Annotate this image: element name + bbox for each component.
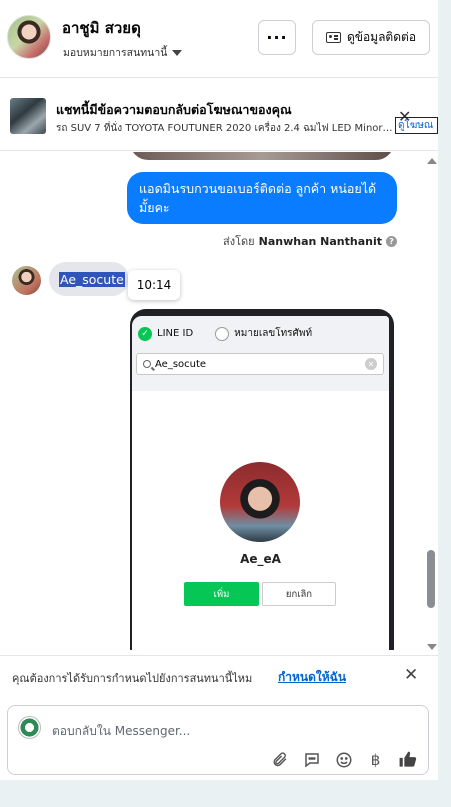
chat-bubble-icon[interactable]: [302, 750, 321, 769]
conversation-panel: อาชูมิ สวยดุ มอบหมายการสนทนานี้ ··· ดูข้…: [0, 0, 438, 780]
reply-input[interactable]: ตอบกลับใน Messenger...: [52, 722, 190, 741]
more-options-button[interactable]: ···: [258, 20, 296, 55]
radio-line-id-label: LINE ID: [157, 328, 194, 339]
baht-icon[interactable]: ฿: [366, 750, 385, 769]
ad-banner-title: แชทนี้มีข้อความตอบกลับต่อโฆษณาของคุณ: [56, 102, 292, 117]
screenshot-search-field: Ae_socute ✕: [136, 353, 384, 375]
assign-to-me-link[interactable]: กำหนดให้ฉัน: [278, 668, 346, 687]
screenshot-content: ✓ LINE ID หมายเลขโทรศัพท์ Ae_socute ✕ Ae…: [132, 316, 389, 650]
close-icon[interactable]: ✕: [404, 665, 418, 685]
checkmark-icon: ✓: [138, 326, 152, 341]
ad-banner-subtitle: รถ SUV 7 ที่นั่ง TOYOTA FOUTUNER 2020 เค…: [56, 123, 394, 134]
message-thread[interactable]: แอดมินรบกวนขอเบอร์ติดต่อ ลูกค้า หน่อยได้…: [0, 152, 438, 650]
previous-image-message[interactable]: [130, 152, 394, 160]
view-contact-label: ดูข้อมูลติดต่อ: [346, 30, 417, 44]
chat-scrollbar[interactable]: [424, 152, 438, 652]
assign-dropdown[interactable]: มอบหมายการสนทนานี้: [63, 44, 183, 61]
profile-name: Ae_eA: [240, 552, 281, 566]
screenshot-search-area: ✓ LINE ID หมายเลขโทรศัพท์ Ae_socute ✕: [132, 316, 389, 391]
profile-photo: [220, 462, 300, 542]
contact-avatar[interactable]: [7, 15, 51, 59]
view-contact-button[interactable]: ดูข้อมูลติดต่อ: [312, 20, 430, 55]
assign-reminder-text: คุณต้องการได้รับการกำหนดไปยังการสนทนานี้…: [12, 672, 253, 685]
composer-toolbar: ฿: [270, 750, 417, 769]
scroll-down-arrow-icon[interactable]: [427, 644, 437, 650]
caret-down-icon: [172, 49, 183, 56]
screenshot-search-value: Ae_socute: [155, 358, 207, 370]
sent-by-label: ส่งโดย: [223, 235, 255, 248]
sent-by-name: Nanwhan Nanthanit: [258, 234, 382, 248]
incoming-message-bubble[interactable]: Ae_socute: [49, 262, 129, 296]
scrollbar-thumb[interactable]: [427, 550, 435, 608]
incoming-message-text: Ae_socute: [59, 271, 125, 287]
ad-reply-banner: แชทนี้มีข้อความตอบกลับต่อโฆษณาของคุณ รถ …: [0, 79, 438, 151]
radio-phone-label: หมายเลขโทรศัพท์: [234, 328, 313, 339]
outgoing-message-bubble[interactable]: แอดมินรบกวนขอเบอร์ติดต่อ ลูกค้า หน่อยได้…: [127, 172, 397, 224]
page-avatar: [18, 716, 41, 739]
search-icon: [143, 360, 151, 368]
shared-screenshot-image[interactable]: ✓ LINE ID หมายเลขโทรศัพท์ Ae_socute ✕ Ae…: [130, 309, 394, 650]
ad-thumbnail: [10, 98, 46, 134]
smiley-icon[interactable]: [334, 750, 353, 769]
screenshot-add-button: เพิ่ม: [184, 582, 259, 606]
assign-reminder-bar: คุณต้องการได้รับการกำหนดไปยังการสนทนานี้…: [0, 655, 438, 695]
contact-card-icon: [325, 32, 341, 43]
sent-by-line: ส่งโดย Nanwhan Nanthanit ?: [223, 232, 397, 250]
search-type-radios: ✓ LINE ID หมายเลขโทรศัพท์: [138, 326, 312, 341]
assign-label: มอบหมายการสนทนานี้: [63, 47, 168, 59]
contact-avatar-small[interactable]: [12, 266, 41, 295]
thumbs-up-icon[interactable]: [398, 750, 417, 769]
contact-name[interactable]: อาชูมิ สวยดุ: [62, 16, 141, 40]
conversation-header: อาชูมิ สวยดุ มอบหมายการสนทนานี้ ··· ดูข้…: [0, 0, 438, 78]
screenshot-cancel-button: ยกเลิก: [262, 582, 336, 606]
timestamp-tooltip: 10:14: [128, 270, 180, 300]
message-composer[interactable]: ตอบกลับใน Messenger... ฿: [7, 705, 429, 775]
clear-icon: ✕: [365, 358, 377, 370]
paperclip-icon[interactable]: [270, 750, 289, 769]
scroll-up-arrow-icon[interactable]: [427, 158, 437, 164]
help-icon[interactable]: ?: [386, 235, 397, 247]
view-ad-link[interactable]: ดูโฆษณ: [395, 117, 438, 134]
radio-empty-icon: [215, 326, 230, 341]
